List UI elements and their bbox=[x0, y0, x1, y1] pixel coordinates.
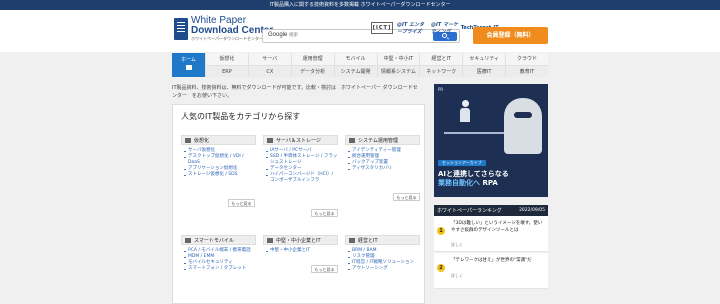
top-announcement-text: IT製品購入に関する技術資料を多数掲載 ホワイトペーパーダウンロードセンター bbox=[269, 2, 451, 8]
category-title[interactable]: サーバ＆ストレージ bbox=[276, 137, 321, 144]
category-panel: 人気のIT製品をカテゴリから探す 仮想化 サーバ仮想化 デスクトップ仮想化 / … bbox=[172, 104, 425, 304]
category-title[interactable]: 中堅・中小企業とIT bbox=[276, 237, 321, 244]
top-announcement-bar: IT製品購入に関する技術資料を多数掲載 ホワイトペーパーダウンロードセンター bbox=[0, 0, 720, 10]
ranking-item[interactable]: 2 「テレワークは甘え」が世界の"常識"だ 詳しく bbox=[434, 253, 548, 289]
nav-item[interactable]: ネットワーク bbox=[420, 65, 463, 77]
nav-item[interactable]: システム開発 bbox=[334, 65, 377, 77]
category-link[interactable]: デスクトップ仮想化 / VDI / DaaS bbox=[184, 154, 256, 166]
category-server-storage: サーバ＆ストレージ IAサーバ / PCサーバ SSD / 半導体ストレージ /… bbox=[263, 135, 338, 184]
category-link[interactable]: スマートフォン / タブレット bbox=[184, 266, 256, 272]
nav-item[interactable]: 中堅・中小IT bbox=[377, 53, 420, 65]
nav-home-label: ホーム bbox=[181, 57, 196, 63]
nav-home[interactable]: ホーム bbox=[172, 53, 205, 77]
category-link[interactable]: 中堅・中小企業とIT bbox=[266, 248, 338, 254]
google-label: Google 検索 bbox=[268, 32, 299, 38]
more-button[interactable]: もっと見る bbox=[311, 265, 338, 273]
more-button[interactable]: もっと見る bbox=[311, 209, 338, 217]
nav-item[interactable]: 運用管理 bbox=[291, 53, 334, 65]
ranking-header: ホワイトペーパーランキング 2022/09/05 bbox=[434, 205, 548, 216]
nav-item[interactable]: クラウド bbox=[506, 53, 548, 65]
category-link[interactable]: アウトソーシング bbox=[348, 266, 420, 272]
ranking-date: 2022/09/05 bbox=[519, 208, 545, 213]
nav-item[interactable]: ERP bbox=[206, 65, 248, 77]
intro-text: IT製品資料、技術資料は、無料でダウンロードが可能です。比較・検討は ホワイトペ… bbox=[172, 85, 418, 99]
partner-badge-marketing[interactable]: @IT マーケティング bbox=[431, 22, 461, 35]
category-nav: ホーム 仮想化 ERP サーバ CX 運用管理 データ分析 モバイル システム開発 中堅… bbox=[172, 53, 548, 77]
category-icon bbox=[349, 237, 355, 243]
category-link[interactable]: ストレージ仮想化 / SDS bbox=[184, 172, 256, 178]
category-title[interactable]: 経営とIT bbox=[358, 237, 378, 244]
nav-item[interactable]: モバイル bbox=[334, 53, 377, 65]
book-icon bbox=[174, 18, 188, 40]
more-button[interactable]: もっと見る bbox=[393, 193, 420, 201]
category-smb-it: 中堅・中小企業とIT 中堅・中小企業とIT bbox=[263, 235, 338, 254]
more-button[interactable]: もっと見る bbox=[228, 199, 255, 207]
category-virtualization: 仮想化 サーバ仮想化 デスクトップ仮想化 / VDI / DaaS アプリケーシ… bbox=[181, 135, 256, 178]
rank-number: 1 bbox=[437, 227, 445, 235]
robot-illustration bbox=[504, 98, 542, 154]
ranking-title: ホワイトペーパーランキング bbox=[437, 208, 502, 214]
rank-number: 2 bbox=[437, 264, 445, 272]
category-link[interactable]: ディザスタリカバリ bbox=[348, 166, 420, 172]
nav-item[interactable]: 教育IT bbox=[506, 65, 548, 77]
category-icon bbox=[185, 137, 191, 143]
site-header: White Paper Download Center ホワイトペーパーダウンロ… bbox=[0, 10, 720, 52]
partner-badge-ict[interactable]: [ICT] bbox=[371, 22, 393, 34]
category-icon bbox=[267, 237, 273, 243]
category-panel-title: 人気のIT製品をカテゴリから探す bbox=[181, 112, 301, 121]
nav-item[interactable]: 医療IT bbox=[463, 65, 506, 77]
nav-item[interactable]: CX bbox=[248, 65, 291, 77]
nav-item[interactable]: 情報系システム bbox=[377, 65, 420, 77]
nav-item[interactable]: 経営とIT bbox=[420, 53, 463, 65]
category-title[interactable]: スマートモバイル bbox=[194, 237, 234, 244]
ad-banner[interactable]: PR セッションアーカイブ AIと連携してさらなる 業務自動化へ RPA bbox=[434, 84, 548, 197]
category-management-it: 経営とIT BRM / BAM リスク管理 IT経営 / IT戦略ソリューション… bbox=[345, 235, 420, 272]
category-smart-mobile: スマートモバイル PCA / モバイル端末 / 携帯電話 MDM / EMM モ… bbox=[181, 235, 256, 272]
nav-item[interactable]: 仮想化 bbox=[206, 53, 248, 65]
category-system-ops: システム運用管理 アイデンティティー管理 統合運用管理 バックアップ装置 ディザ… bbox=[345, 135, 420, 172]
site-logo[interactable]: White Paper Download Center ホワイトペーパーダウンロ… bbox=[174, 16, 273, 42]
rank-detail-link[interactable]: 詳しく bbox=[451, 242, 463, 248]
category-title[interactable]: システム運用管理 bbox=[358, 137, 398, 144]
banner-pr-label: PR bbox=[438, 87, 444, 92]
person-illustration bbox=[458, 100, 472, 134]
nav-item[interactable]: サーバ bbox=[248, 53, 291, 65]
nav-item[interactable]: セキュリティ bbox=[463, 53, 506, 65]
rank-detail-link[interactable]: 詳しく bbox=[451, 273, 463, 279]
register-button[interactable]: 会員登録（無料） bbox=[473, 27, 548, 44]
category-title[interactable]: 仮想化 bbox=[194, 137, 209, 144]
nav-item[interactable]: データ分析 bbox=[291, 65, 334, 77]
category-icon bbox=[185, 237, 191, 243]
category-icon bbox=[349, 137, 355, 143]
category-icon bbox=[267, 137, 273, 143]
banner-tag: セッションアーカイブ bbox=[438, 160, 486, 166]
ranking-item[interactable]: 1 「3Dは難しい」というイメージを壊す。使いやすさ抜群のデザインツールとは 詳… bbox=[434, 216, 548, 252]
home-icon bbox=[185, 65, 192, 70]
partner-badge-enterprise[interactable]: @IT エンタープライズ bbox=[397, 22, 427, 35]
logo-line-3: ホワイトペーパーダウンロードセンター bbox=[191, 36, 263, 41]
banner-headline-2: 業務自動化へ RPA bbox=[438, 179, 498, 187]
category-link[interactable]: SSD / 半導体ストレージ / フラッシュストレージ bbox=[266, 154, 338, 166]
desk-illustration bbox=[444, 132, 504, 134]
category-link[interactable]: ハイパーコンバージド（HCI）/ コンポーザブルインフラ bbox=[266, 172, 338, 184]
logo-line-2: Download Center bbox=[191, 25, 274, 36]
rank-title[interactable]: 「3Dは難しい」というイメージを壊す。使いやすさ抜群のデザインツールとは bbox=[451, 220, 545, 234]
rank-title[interactable]: 「テレワークは甘え」が世界の"常識"だ bbox=[451, 257, 545, 264]
